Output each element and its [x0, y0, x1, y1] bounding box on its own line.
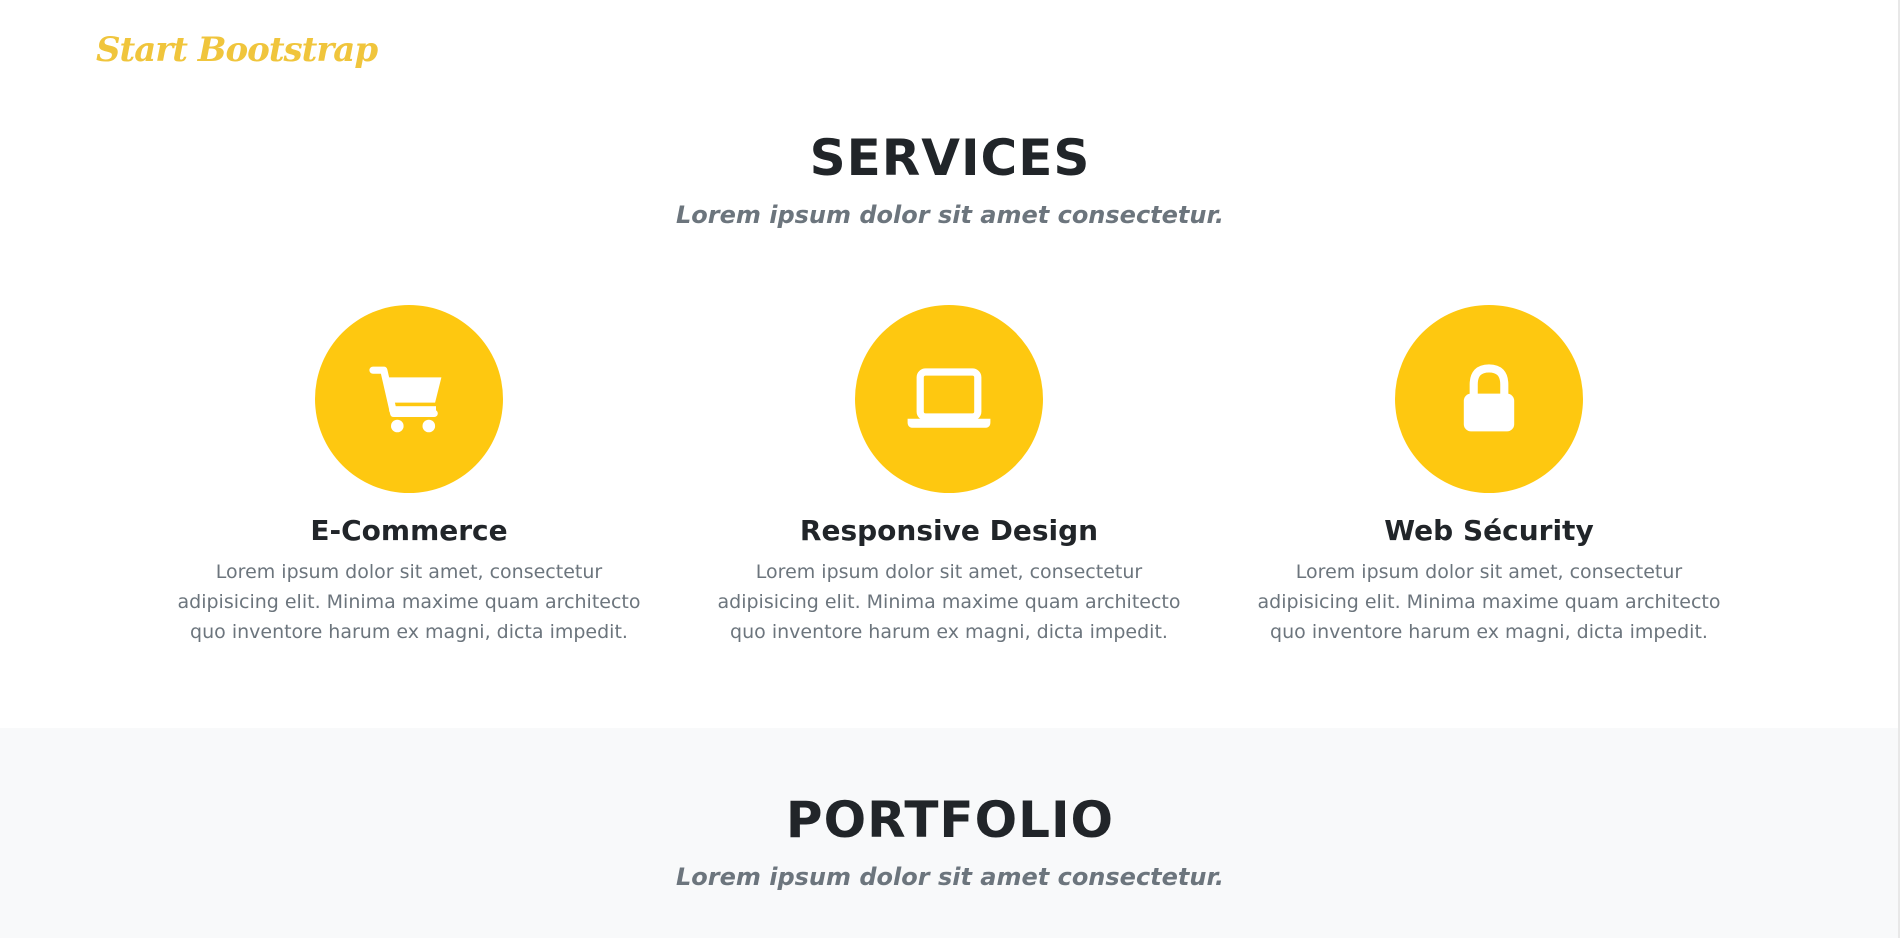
portfolio-subheading: Lorem ipsum dolor sit amet consectetur.: [675, 863, 1225, 891]
service-description: Lorem ipsum dolor sit amet, consectetur …: [717, 561, 1181, 643]
portfolio-section: PORTFOLIO Lorem ipsum dolor sit amet con…: [0, 728, 1900, 938]
portfolio-heading: PORTFOLIO: [785, 791, 1115, 849]
service-icon-circle: [1395, 305, 1583, 493]
service-title: E-Commerce: [310, 514, 508, 547]
navbar: Start Bootstrap: [0, 0, 1900, 110]
service-description: Lorem ipsum dolor sit amet, consectetur …: [177, 561, 641, 643]
service-icon-circle: [315, 305, 503, 493]
service-item-responsive-design: Responsive Design Lorem ipsum dolor sit …: [689, 305, 1209, 647]
service-item-ecommerce: E-Commerce Lorem ipsum dolor sit amet, c…: [149, 305, 669, 647]
service-icon-circle: [855, 305, 1043, 493]
laptop-icon: [907, 368, 991, 428]
service-title: Web Sécurity: [1384, 514, 1594, 547]
service-title: Responsive Design: [799, 514, 1099, 547]
services-section: SERVICES Lorem ipsum dolor sit amet cons…: [0, 110, 1900, 728]
lock-icon: [1463, 364, 1515, 432]
service-description: Lorem ipsum dolor sit amet, consectetur …: [1257, 561, 1721, 643]
services-heading: SERVICES: [809, 129, 1091, 187]
shopping-cart-icon: [369, 366, 442, 433]
navbar-brand-link[interactable]: Start Bootstrap: [96, 30, 378, 70]
service-item-web-security: Web Sécurity Lorem ipsum dolor sit amet,…: [1229, 305, 1749, 647]
services-subheading: Lorem ipsum dolor sit amet consectetur.: [675, 201, 1225, 229]
